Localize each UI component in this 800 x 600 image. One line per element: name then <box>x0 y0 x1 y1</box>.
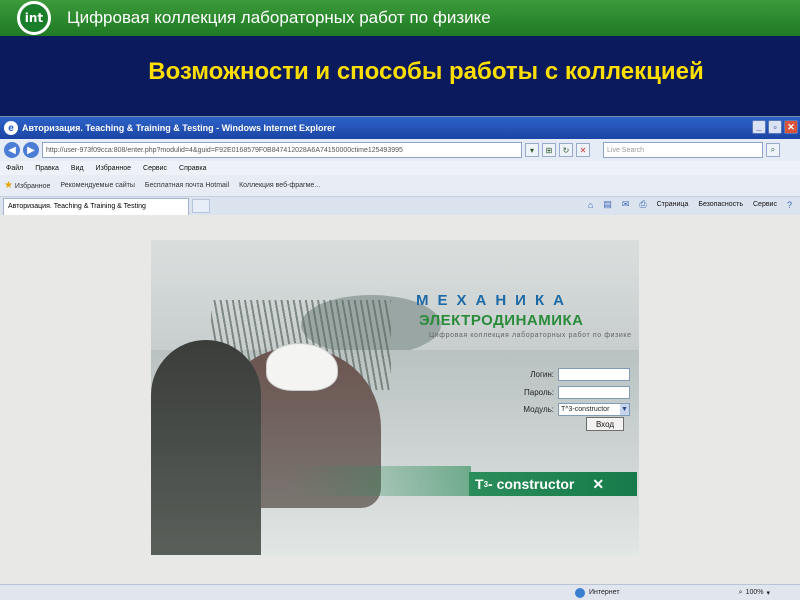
slide-header: int Цифровая коллекция лабораторных рабо… <box>0 0 800 36</box>
menu-edit[interactable]: Правка <box>35 165 59 172</box>
window-title: Авторизация. Teaching & Training & Testi… <box>22 123 336 133</box>
star-icon: ★ <box>4 180 13 191</box>
menu-bar: Файл Правка Вид Избранное Сервис Справка <box>0 161 800 175</box>
login-label: Логин: <box>530 370 554 379</box>
fav-item-suggested[interactable]: Рекомендуемые сайты <box>60 182 134 189</box>
dropdown-icon[interactable]: ▾ <box>525 143 539 157</box>
tab-row: Авторизация. Teaching & Training & Testi… <box>0 197 800 215</box>
logo-mechanics: МЕХАНИКА <box>416 292 573 309</box>
menu-file[interactable]: Файл <box>6 165 23 172</box>
security-zone: Интернет <box>575 587 620 598</box>
url-host: http://user-973f09cca <box>46 146 112 154</box>
help-icon[interactable]: ? <box>787 200 792 210</box>
favorites-button[interactable]: ★ Избранное <box>4 180 50 191</box>
banner-text: - constructor <box>488 476 575 492</box>
chevron-down-icon: ▼ <box>620 404 629 415</box>
cmd-safety[interactable]: Безопасность <box>698 201 743 208</box>
banner-t: T <box>475 476 484 492</box>
command-bar: ⌂ ▤ ✉ ⎙ Страница Безопасность Сервис ? <box>588 199 792 210</box>
logo-subtitle: Цифровая коллекция лабораторных работ по… <box>429 332 632 339</box>
module-value: T^3-constructor <box>561 406 610 413</box>
window-controls: _ ▫ ✕ <box>752 120 798 134</box>
menu-help[interactable]: Справка <box>179 165 206 172</box>
zoom-level: 100% <box>745 589 764 596</box>
fav-item-gallery[interactable]: Коллекция веб-фрагме... <box>239 182 320 189</box>
print-icon[interactable]: ⎙ <box>639 199 646 210</box>
menu-favorites[interactable]: Избранное <box>96 165 131 172</box>
password-label: Пароль: <box>524 388 554 397</box>
chevron-down-icon: ▾ <box>766 589 770 597</box>
zoom-control[interactable]: ⌕ 100% ▾ <box>739 589 770 597</box>
back-icon[interactable]: ◀ <box>4 142 20 158</box>
tab-authorization[interactable]: Авторизация. Teaching & Training & Testi… <box>3 197 189 215</box>
login-button[interactable]: Вход <box>586 417 624 431</box>
ie-icon: e <box>4 121 18 135</box>
window-titlebar: e Авторизация. Teaching & Training & Tes… <box>0 117 800 139</box>
menu-tools[interactable]: Сервис <box>143 165 167 172</box>
favorites-bar: ★ Избранное Рекомендуемые сайты Бесплатн… <box>0 175 800 197</box>
cmd-page[interactable]: Страница <box>657 201 689 208</box>
zoom-icon: ⌕ <box>738 588 743 596</box>
status-bar: Интернет ⌕ 100% ▾ <box>0 584 800 600</box>
password-input[interactable] <box>558 386 630 399</box>
home-icon[interactable]: ⌂ <box>588 200 593 210</box>
module-select[interactable]: T^3-constructor ▼ <box>558 403 630 416</box>
tools-icon: ✕ <box>592 475 605 492</box>
logo-electrodynamics: ЭЛЕКТРОДИНАМИКА <box>419 312 584 329</box>
mail-icon[interactable]: ✉ <box>622 199 630 210</box>
url-path: :808/enter.php?modulid=4&guid=F92E016857… <box>111 146 403 154</box>
new-tab-button[interactable] <box>192 199 210 213</box>
login-input[interactable] <box>558 368 630 381</box>
refresh-icon[interactable]: ↻ <box>559 143 573 157</box>
module-label: Модуль: <box>523 405 554 414</box>
slide-title: Возможности и способы работы с коллекцие… <box>148 58 704 85</box>
int-logo: int <box>17 1 51 35</box>
forward-icon[interactable]: ▶ <box>23 142 39 158</box>
constructor-banner: T3 - constructor ✕ <box>469 472 637 496</box>
search-input[interactable]: Live Search <box>603 142 763 158</box>
address-bar: ◀ ▶ http://user-973f09cca:808/enter.php?… <box>0 139 800 161</box>
menu-view[interactable]: Вид <box>71 165 84 172</box>
favorites-label: Избранное <box>14 183 51 190</box>
page-content: МЕХАНИКА ЭЛЕКТРОДИНАМИКА Цифровая коллек… <box>0 215 800 585</box>
zone-label: Интернет <box>589 589 620 596</box>
fav-item-hotmail[interactable]: Бесплатная почта Hotmail <box>145 182 229 189</box>
minimize-button[interactable]: _ <box>752 120 766 134</box>
scene-student-girl <box>151 340 261 555</box>
password-row: Пароль: <box>514 386 630 399</box>
globe-icon <box>575 587 585 598</box>
compat-icon[interactable]: ⊞ <box>542 143 556 157</box>
feeds-icon[interactable]: ▤ <box>603 199 612 210</box>
close-button[interactable]: ✕ <box>784 120 798 134</box>
browser-window: e Авторизация. Teaching & Training & Tes… <box>0 116 800 600</box>
scene-cap <box>266 343 338 391</box>
login-row: Логин: <box>514 368 630 381</box>
slide-subtitle: Цифровая коллекция лабораторных работ по… <box>67 8 491 27</box>
url-input[interactable]: http://user-973f09cca:808/enter.php?modu… <box>42 142 522 158</box>
banner-stripe <box>291 466 471 496</box>
login-panel: МЕХАНИКА ЭЛЕКТРОДИНАМИКА Цифровая коллек… <box>151 240 639 555</box>
search-icon[interactable]: ⌕ <box>766 143 780 157</box>
cmd-tools[interactable]: Сервис <box>753 201 777 208</box>
maximize-button[interactable]: ▫ <box>768 120 782 134</box>
stop-icon[interactable]: ✕ <box>576 143 590 157</box>
module-row: Модуль: T^3-constructor ▼ <box>514 403 630 416</box>
